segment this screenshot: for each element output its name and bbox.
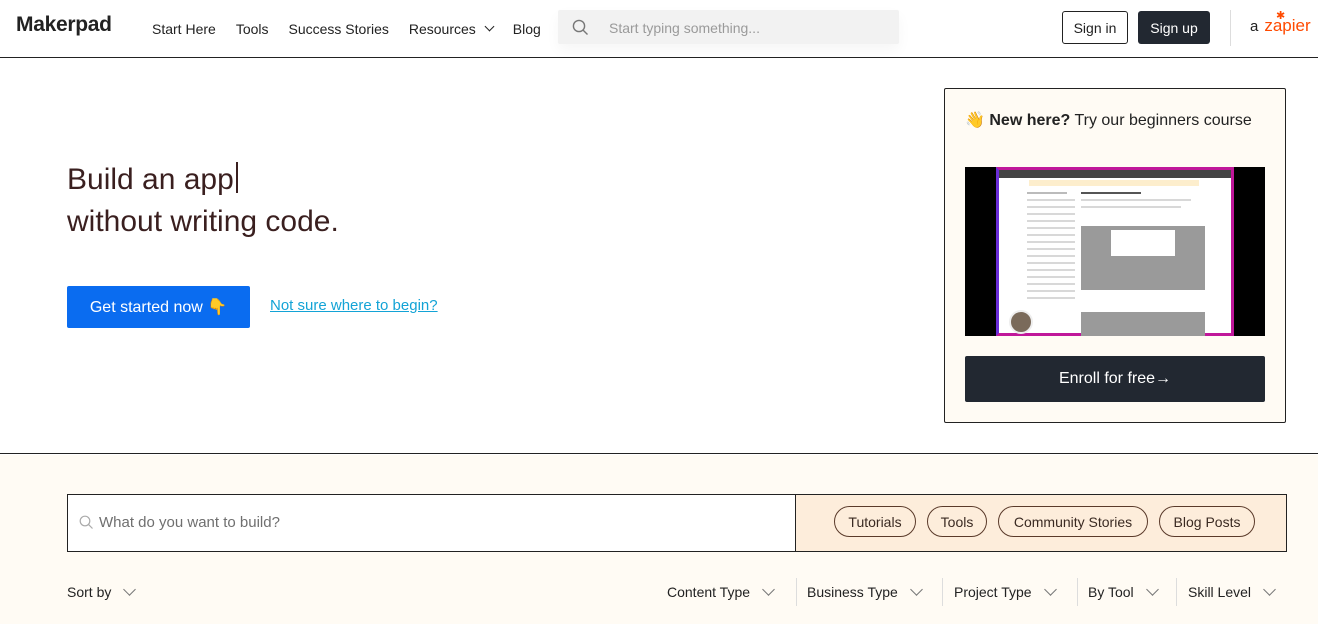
- search-placeholder: Start typing something...: [609, 20, 760, 36]
- sort-by-dropdown[interactable]: Sort by: [67, 582, 137, 600]
- nav-label: Tools: [235, 20, 269, 37]
- beginners-course-card: 👋 New here? Try our beginners course Enr…: [944, 88, 1286, 423]
- hero-title: Build an app without writing code.: [67, 159, 339, 243]
- enroll-button[interactable]: Enroll for free→: [965, 356, 1265, 402]
- explore-section: What do you want to build? Tutorials Too…: [0, 455, 1318, 624]
- chevron-down-icon: [1263, 582, 1276, 596]
- chip-blog-posts[interactable]: Blog Posts: [1159, 506, 1255, 537]
- filter-content-type[interactable]: Content Type: [667, 582, 775, 600]
- filter-divider: [1176, 578, 1177, 606]
- not-sure-link[interactable]: Not sure where to begin?: [270, 297, 438, 314]
- chevron-down-icon: [1043, 582, 1057, 596]
- filter-label: By Tool: [1088, 584, 1134, 600]
- build-search-placeholder: What do you want to build?: [99, 514, 280, 531]
- filter-project-type[interactable]: Project Type: [954, 582, 1057, 600]
- sign-in-button[interactable]: Sign in: [1062, 11, 1128, 44]
- chip-community-stories[interactable]: Community Stories: [998, 506, 1148, 537]
- makerpad-logo[interactable]: Makerpad: [16, 13, 112, 37]
- chevron-down-icon: [484, 21, 495, 32]
- sign-up-button[interactable]: Sign up: [1138, 11, 1210, 44]
- nav-label: Start Here: [152, 20, 216, 37]
- course-heading-bold: New here?: [989, 112, 1071, 129]
- filter-label: Project Type: [954, 584, 1032, 600]
- hero-title-line2: without writing code.: [67, 205, 339, 238]
- nav-start-here[interactable]: Start Here: [152, 21, 216, 37]
- course-heading: 👋 New here? Try our beginners course: [965, 109, 1265, 133]
- site-header: Makerpad Start Here Tools Success Storie…: [0, 0, 1318, 58]
- filter-label: Skill Level: [1188, 584, 1252, 600]
- header-divider: [1230, 10, 1231, 46]
- search-icon: [79, 515, 94, 535]
- get-started-button[interactable]: Get started now 👇: [67, 286, 250, 328]
- chip-tutorials[interactable]: Tutorials: [834, 506, 916, 537]
- filter-by-tool[interactable]: By Tool: [1088, 582, 1159, 600]
- header-search-input[interactable]: Start typing something...: [558, 10, 899, 44]
- filter-label: Content Type: [667, 584, 751, 600]
- presenter-avatar: [1009, 310, 1033, 334]
- filter-business-type[interactable]: Business Type: [807, 582, 923, 600]
- main-nav: Start Here Tools Success Stories Resourc…: [152, 0, 561, 57]
- filter-label: Business Type: [807, 584, 898, 600]
- search-icon: [572, 19, 589, 41]
- chip-tools[interactable]: Tools: [927, 506, 987, 537]
- course-heading-rest: Try our beginners course: [1070, 112, 1252, 129]
- hero-title-line1: Build an app: [67, 163, 234, 196]
- category-chips: Tutorials Tools Community Stories Blog P…: [795, 494, 1287, 552]
- hero-section: Build an app without writing code. Get s…: [0, 58, 1318, 454]
- filter-skill-level[interactable]: Skill Level: [1188, 582, 1276, 600]
- nav-label: Success Stories: [288, 20, 389, 37]
- nav-tools[interactable]: Tools: [236, 21, 269, 37]
- asterisk-icon: ✱: [1276, 10, 1286, 22]
- nav-blog[interactable]: Blog: [513, 21, 541, 37]
- sort-label: Sort by: [67, 584, 112, 600]
- chevron-down-icon: [123, 582, 137, 596]
- chevron-down-icon: [1145, 582, 1159, 596]
- nav-label: Blog: [512, 20, 541, 37]
- zapier-wordmark: zapier: [1264, 16, 1311, 35]
- nav-resources[interactable]: Resources: [408, 20, 495, 37]
- chevron-down-icon: [909, 582, 923, 596]
- chevron-down-icon: [762, 582, 775, 596]
- video-screenshot: [996, 167, 1234, 336]
- nav-success-stories[interactable]: Success Stories: [289, 21, 389, 37]
- typing-cursor: [235, 162, 238, 193]
- filter-divider: [1077, 578, 1078, 606]
- wave-icon: 👋: [965, 112, 985, 129]
- partner-prefix: a: [1250, 18, 1259, 35]
- filter-divider: [796, 578, 797, 606]
- course-video-thumbnail[interactable]: [965, 167, 1265, 336]
- build-search-input[interactable]: What do you want to build?: [67, 494, 796, 552]
- filter-divider: [942, 578, 943, 606]
- zapier-logo[interactable]: a zapier ✱: [1250, 10, 1311, 36]
- nav-label: Resources: [408, 20, 476, 37]
